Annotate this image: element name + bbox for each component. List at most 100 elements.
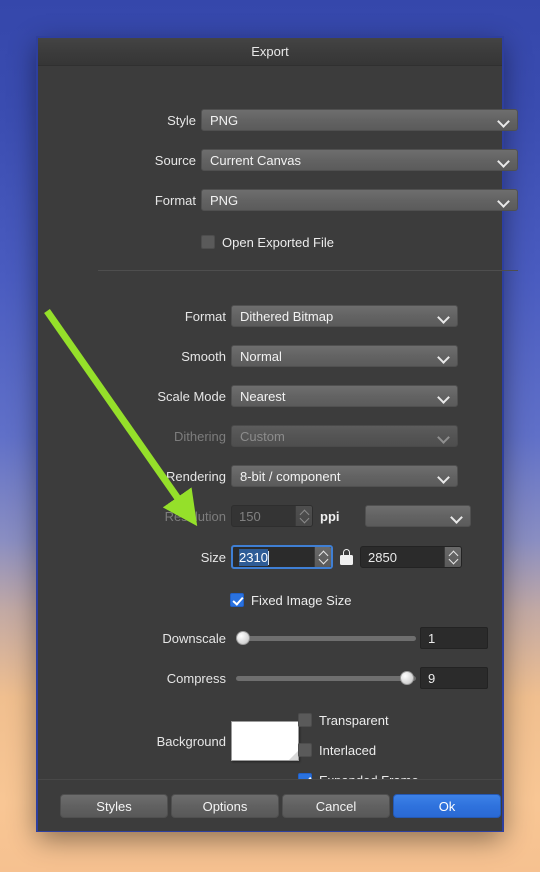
downscale-value: 1 bbox=[428, 630, 436, 646]
options-button-label: Options bbox=[202, 798, 248, 814]
open-exported-file-label: Open Exported File bbox=[222, 234, 335, 250]
source-row: Source Current Canvas bbox=[98, 149, 518, 171]
style-value: PNG bbox=[210, 112, 239, 128]
smooth-value: Normal bbox=[240, 348, 282, 364]
size-height-input[interactable]: 2850 bbox=[360, 546, 462, 568]
styles-button-label: Styles bbox=[96, 798, 132, 814]
smooth-label: Smooth bbox=[181, 348, 226, 364]
cancel-button[interactable]: Cancel bbox=[282, 794, 390, 818]
downscale-value-box[interactable]: 1 bbox=[420, 627, 488, 649]
style-label: Style bbox=[167, 112, 196, 128]
chevron-down-icon bbox=[438, 430, 451, 443]
resolution-stepper bbox=[295, 506, 312, 526]
downscale-label: Downscale bbox=[162, 630, 226, 646]
resolution-preset-dropdown[interactable] bbox=[364, 505, 471, 527]
fixed-image-size-label: Fixed Image Size bbox=[251, 592, 352, 608]
interlaced-checkbox[interactable]: Interlaced bbox=[298, 739, 376, 761]
checkbox-box bbox=[298, 713, 312, 727]
smooth-dropdown[interactable]: Normal bbox=[231, 345, 458, 367]
downscale-slider[interactable] bbox=[236, 631, 416, 645]
chevron-down-icon bbox=[451, 510, 464, 523]
chevron-down-icon bbox=[498, 114, 511, 127]
dialog-titlebar: Export bbox=[38, 38, 502, 66]
source-value: Current Canvas bbox=[210, 152, 302, 168]
dithering-value: Custom bbox=[240, 428, 285, 444]
checkbox-box bbox=[201, 235, 215, 249]
format-dropdown[interactable]: Dithered Bitmap bbox=[231, 305, 458, 327]
scale-mode-row: Scale Mode Nearest bbox=[98, 385, 458, 407]
size-row: Size 2310 2850 bbox=[98, 544, 483, 570]
ok-button-label: Ok bbox=[438, 798, 456, 814]
compress-value-box[interactable]: 9 bbox=[420, 667, 488, 689]
size-height-stepper[interactable] bbox=[444, 547, 461, 567]
downscale-row: Downscale 1 bbox=[98, 627, 488, 649]
resolution-row: Resolution 150 ppi bbox=[98, 505, 483, 527]
checkbox-box bbox=[298, 743, 312, 757]
size-height-value: 2850 bbox=[368, 549, 397, 565]
resolution-input: 150 bbox=[231, 505, 313, 527]
format-row-top: Format PNG bbox=[98, 189, 518, 211]
dialog-button-bar: Styles Options Cancel Ok bbox=[38, 779, 502, 831]
styles-button[interactable]: Styles bbox=[60, 794, 168, 818]
format-value: Dithered Bitmap bbox=[240, 308, 334, 324]
size-width-stepper[interactable] bbox=[314, 547, 331, 567]
dithering-row: Dithering Custom bbox=[98, 425, 458, 447]
source-label: Source bbox=[154, 152, 196, 168]
resolution-unit: ppi bbox=[320, 508, 340, 524]
lock-closed-icon[interactable] bbox=[340, 549, 353, 565]
rendering-value: 8-bit / component bbox=[240, 468, 341, 484]
smooth-row: Smooth Normal bbox=[98, 345, 458, 367]
scale-mode-dropdown[interactable]: Nearest bbox=[231, 385, 458, 407]
size-width-input[interactable]: 2310 bbox=[231, 545, 333, 569]
open-exported-file-checkbox[interactable]: Open Exported File bbox=[201, 231, 334, 253]
scale-mode-label: Scale Mode bbox=[157, 388, 226, 404]
size-label: Size bbox=[200, 549, 226, 565]
slider-track bbox=[236, 675, 416, 681]
section-divider bbox=[98, 270, 518, 271]
chevron-down-icon bbox=[438, 390, 451, 403]
compress-value: 9 bbox=[428, 670, 436, 686]
format-value-top: PNG bbox=[210, 192, 239, 208]
chevron-down-icon bbox=[438, 470, 451, 483]
background-color-swatch[interactable] bbox=[231, 721, 299, 761]
resolution-label: Resolution bbox=[164, 508, 226, 524]
chevron-down-icon bbox=[438, 350, 451, 363]
dithering-label: Dithering bbox=[173, 428, 226, 444]
transparent-label: Transparent bbox=[319, 712, 389, 728]
resolution-value: 150 bbox=[239, 508, 261, 524]
compress-row: Compress 9 bbox=[98, 667, 488, 689]
dialog-body: Style PNG Source Current Canvas Format P… bbox=[38, 66, 518, 831]
chevron-down-icon bbox=[498, 194, 511, 207]
format-dropdown-top[interactable]: PNG bbox=[201, 189, 518, 211]
background-label: Background bbox=[156, 733, 226, 749]
rendering-row: Rendering 8-bit / component bbox=[98, 465, 458, 487]
format-row: Format Dithered Bitmap bbox=[98, 305, 458, 327]
dithering-dropdown: Custom bbox=[231, 425, 458, 447]
chevron-down-icon bbox=[498, 154, 511, 167]
checkbox-box-checked bbox=[230, 593, 244, 607]
size-width-value: 2310 bbox=[239, 548, 269, 566]
cancel-button-label: Cancel bbox=[315, 798, 357, 814]
scale-mode-value: Nearest bbox=[240, 388, 286, 404]
slider-track bbox=[236, 635, 416, 641]
options-button[interactable]: Options bbox=[171, 794, 279, 818]
chevron-down-icon bbox=[438, 310, 451, 323]
interlaced-label: Interlaced bbox=[319, 742, 377, 758]
format-label-top: Format bbox=[154, 192, 196, 208]
background-row: Background bbox=[98, 721, 299, 761]
rendering-label: Rendering bbox=[166, 468, 226, 484]
slider-knob[interactable] bbox=[400, 671, 414, 685]
compress-slider[interactable] bbox=[236, 671, 416, 685]
format-label: Format bbox=[184, 308, 226, 324]
export-dialog: Export Style PNG Source Current Canvas F… bbox=[36, 36, 518, 832]
dialog-title: Export bbox=[251, 44, 289, 59]
style-row: Style PNG bbox=[98, 109, 518, 131]
style-dropdown[interactable]: PNG bbox=[201, 109, 518, 131]
source-dropdown[interactable]: Current Canvas bbox=[201, 149, 518, 171]
fixed-image-size-checkbox[interactable]: Fixed Image Size bbox=[230, 589, 351, 611]
slider-knob[interactable] bbox=[236, 631, 251, 645]
ok-button[interactable]: Ok bbox=[393, 794, 501, 818]
compress-label: Compress bbox=[166, 670, 226, 686]
transparent-checkbox[interactable]: Transparent bbox=[298, 709, 389, 731]
rendering-dropdown[interactable]: 8-bit / component bbox=[231, 465, 458, 487]
